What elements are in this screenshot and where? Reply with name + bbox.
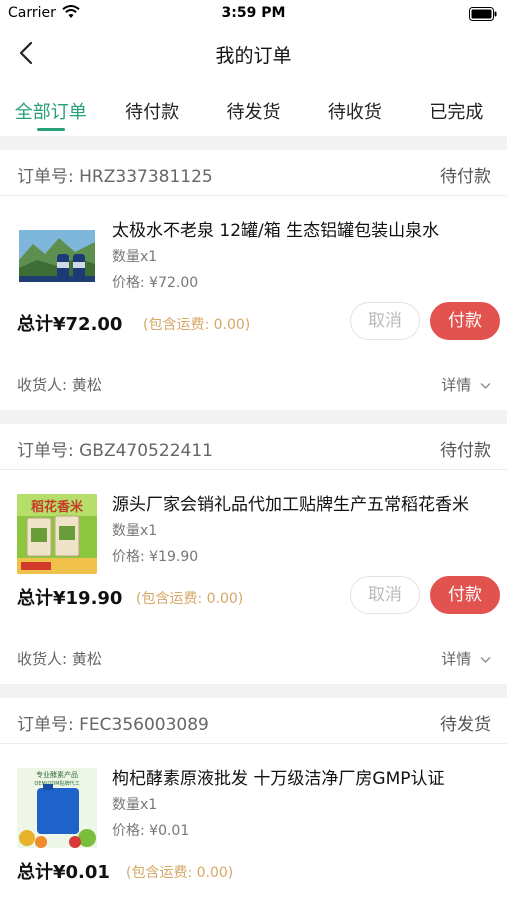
order-total-row: 总计¥72.00 (包含运费: 0.00) 取消 付款 <box>0 300 507 350</box>
battery-icon <box>469 7 497 21</box>
product-image: 稻花香米 <box>17 494 97 574</box>
product-price: 价格: ¥72.00 <box>112 275 199 291</box>
product-title: 枸杞酵素原液批发 十万级洁净厂房GMP认证 <box>112 769 445 789</box>
rice-label-text: 稻花香米 <box>31 499 84 515</box>
status-bar: Carrier 3:59 PM <box>0 0 507 28</box>
order-footer: 收货人: 黄松 详情 <box>0 624 507 684</box>
order-number: 订单号: GBZ470522411 <box>17 441 213 461</box>
order-number: 订单号: HRZ337381125 <box>17 167 213 187</box>
active-tab-indicator <box>36 128 65 131</box>
product-row[interactable]: 稻花香米 源头厂家会销礼品代加工贴牌生产五常稻花香米 数量x1 价格: ¥19.… <box>0 470 507 574</box>
nav-bar: 我的订单 <box>0 28 507 78</box>
chevron-down-icon <box>480 656 491 663</box>
order-header: 订单号: GBZ470522411 待付款 <box>0 424 507 470</box>
details-link[interactable]: 详情 <box>441 648 491 669</box>
page-title: 我的订单 <box>215 45 292 67</box>
receiver-name: 收货人: 黄松 <box>17 650 102 668</box>
tab-pending-receipt[interactable]: 待收货 <box>304 78 405 136</box>
product-title: 源头厂家会销礼品代加工贴牌生产五常稻花香米 <box>112 495 469 515</box>
product-quantity: 数量x1 <box>112 523 158 539</box>
order-total: 总计¥72.00 <box>17 314 123 335</box>
product-price: 价格: ¥19.90 <box>112 549 199 565</box>
receiver-name: 收货人: 黄松 <box>17 376 102 394</box>
shipping-fee: (包含运费: 0.00) <box>136 591 244 607</box>
tab-label: 待收货 <box>327 102 382 123</box>
tab-pending-shipment[interactable]: 待发货 <box>203 78 304 136</box>
product-image: 专业酵素产品 OEM/ODM贴牌代工 <box>17 768 97 848</box>
tab-label: 已完成 <box>429 102 484 123</box>
product-title: 太极水不老泉 12罐/箱 生态铝罐包装山泉水 <box>112 221 440 241</box>
order-number: 订单号: FEC356003089 <box>17 715 209 735</box>
shipping-fee: (包含运费: 0.00) <box>126 865 234 881</box>
order-card: 订单号: HRZ337381125 待付款 太极水不老泉 12罐/箱 生态铝罐包… <box>0 150 507 410</box>
order-total: 总计¥19.90 <box>17 588 123 609</box>
details-link[interactable]: 详情 <box>441 374 491 395</box>
chevron-down-icon <box>480 382 491 389</box>
order-header: 订单号: FEC356003089 待发货 <box>0 698 507 744</box>
product-row[interactable]: 专业酵素产品 OEM/ODM贴牌代工 枸杞酵素原液批发 十万级洁净厂房GMP认证… <box>0 744 507 848</box>
cancel-order-button[interactable]: 取消 <box>350 576 420 614</box>
order-status: 待付款 <box>440 167 491 187</box>
order-tabs: 全部订单 待付款 待发货 待收货 已完成 <box>0 78 507 136</box>
cancel-order-button[interactable]: 取消 <box>350 302 420 340</box>
shipping-fee: (包含运费: 0.00) <box>143 317 251 333</box>
order-total: 总计¥0.01 <box>17 862 110 883</box>
pay-button[interactable]: 付款 <box>430 576 500 614</box>
order-total-row: 总计¥19.90 (包含运费: 0.00) 取消 付款 <box>0 574 507 624</box>
order-footer: 收货人: 黄松 详情 <box>0 350 507 410</box>
product-row[interactable]: 太极水不老泉 12罐/箱 生态铝罐包装山泉水 数量x1 价格: ¥72.00 <box>0 196 507 300</box>
order-total-row: 总计¥0.01 (包含运费: 0.00) <box>0 848 507 898</box>
product-quantity: 数量x1 <box>112 249 158 265</box>
juice-sublabel-text: OEM/ODM贴牌代工 <box>34 780 79 787</box>
tab-completed[interactable]: 已完成 <box>406 78 507 136</box>
order-header: 订单号: HRZ337381125 待付款 <box>0 150 507 196</box>
product-quantity: 数量x1 <box>112 797 158 813</box>
order-status: 待发货 <box>440 715 491 735</box>
juice-label-text: 专业酵素产品 <box>36 770 78 779</box>
tab-pending-payment[interactable]: 待付款 <box>101 78 202 136</box>
product-price: 价格: ¥0.01 <box>112 823 190 839</box>
clock: 3:59 PM <box>221 5 286 21</box>
order-card: 订单号: FEC356003089 待发货 专业酵素产品 OEM/ODM贴牌代工… <box>0 698 507 900</box>
tab-label: 待发货 <box>226 102 281 123</box>
tab-label: 全部订单 <box>14 102 87 123</box>
order-status: 待付款 <box>440 441 491 461</box>
product-image <box>17 220 97 300</box>
order-card: 订单号: GBZ470522411 待付款 稻花香米 源头厂家会销礼品代加工贴牌… <box>0 424 507 684</box>
pay-button[interactable]: 付款 <box>430 302 500 340</box>
details-label: 详情 <box>441 376 472 394</box>
tab-label: 待付款 <box>125 102 180 123</box>
details-label: 详情 <box>441 650 472 668</box>
tab-all-orders[interactable]: 全部订单 <box>0 78 101 136</box>
